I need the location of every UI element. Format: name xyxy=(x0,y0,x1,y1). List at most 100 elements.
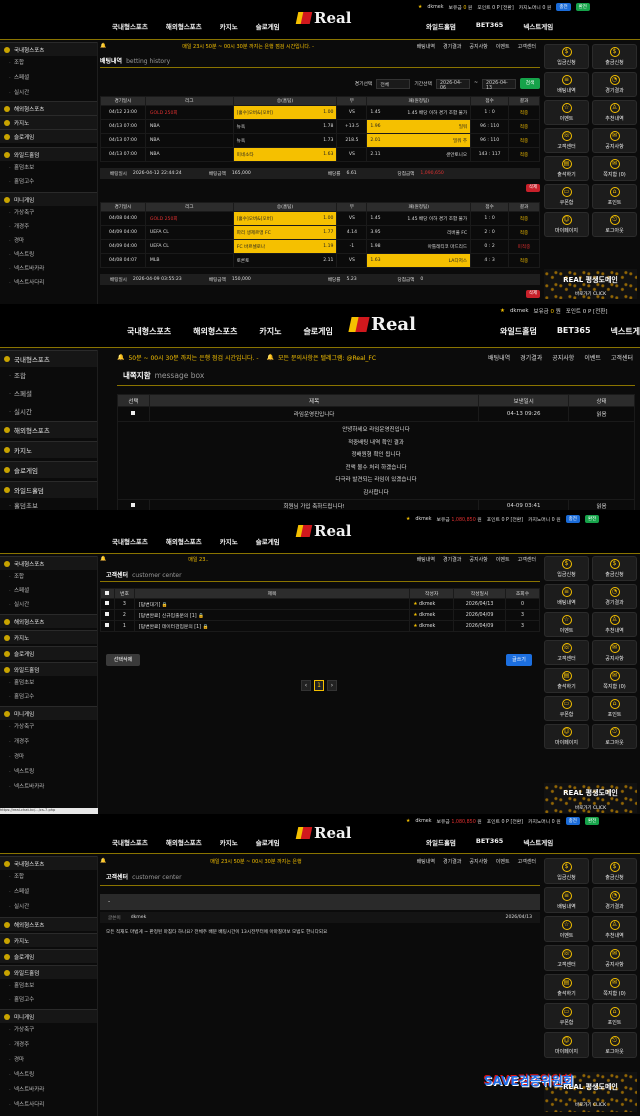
menu-bet-history[interactable]: 배팅내역 xyxy=(417,556,435,563)
quick-mypage-button[interactable]: ☺ 마이페이지 xyxy=(544,212,589,237)
prev-page-button[interactable]: ‹ xyxy=(301,680,311,691)
inquiry-title[interactable]: [답변대기] 🔒 xyxy=(133,598,411,610)
withdraw-badge[interactable]: 환전 xyxy=(584,817,600,825)
menu-notice[interactable]: 공지사항 xyxy=(552,353,574,362)
sidebar-item-combo[interactable]: 조합 xyxy=(0,367,97,385)
menu-support[interactable]: 고객센터 xyxy=(518,43,536,50)
write-button[interactable]: 글쓰기 xyxy=(506,654,532,666)
menu-notice[interactable]: 공지사항 xyxy=(469,556,487,563)
sidebar-cat-overseas[interactable]: 해외형스포츠 xyxy=(0,614,97,628)
sidebar-item-live[interactable]: 실시간 xyxy=(0,598,97,612)
row-checkbox[interactable] xyxy=(105,623,110,627)
nav-overseas-sports[interactable]: 해외형스포츠 xyxy=(166,21,202,31)
next-page-button[interactable]: › xyxy=(327,680,337,691)
quick-messages-button[interactable]: ✉ 쪽지함 (0) xyxy=(592,156,637,181)
sidebar-item-holdem-beginner[interactable]: 홀덤초보 xyxy=(0,498,97,510)
sidebar-item-special[interactable]: 스페셜 xyxy=(0,385,97,403)
point-value[interactable]: 0 P [전환] xyxy=(492,6,514,11)
message-checkbox[interactable] xyxy=(131,503,136,507)
sidebar-cat-holdem[interactable]: 와일드홀덤 xyxy=(0,481,97,498)
quick-logout-button[interactable]: ⎋ 로그아웃 xyxy=(592,724,637,749)
quick-coupon-button[interactable]: ▭ 쿠폰함 xyxy=(544,696,589,721)
quick-coupon-button[interactable]: ▭ 쿠폰함 xyxy=(544,1003,589,1029)
sidebar-item-holdem-pro[interactable]: 홀덤고수 xyxy=(0,993,97,1007)
sidebar-item-nextring[interactable]: 넥스트링 xyxy=(0,1068,97,1083)
sidebar-item-combo[interactable]: 조합 xyxy=(0,56,97,71)
site-logo[interactable]: Real xyxy=(295,9,351,27)
sidebar-cat-mini[interactable]: 미니게임 xyxy=(0,706,97,720)
quick-mypage-button[interactable]: ☺ 마이페이지 xyxy=(544,1032,589,1058)
quick-messages-button[interactable]: ✉ 쪽지함 (0) xyxy=(592,974,637,1000)
message-checkbox[interactable] xyxy=(131,411,136,415)
quick-point-button[interactable]: ⌂ 포인트 xyxy=(592,184,637,209)
site-logo[interactable]: Real xyxy=(295,824,351,842)
nav-holdem[interactable]: 와일드홀덤 xyxy=(500,326,537,337)
quick-withdraw-button[interactable]: $ 출금신청 xyxy=(592,858,637,884)
sidebar-item-horse[interactable]: 경마 xyxy=(0,234,97,248)
inquiry-row[interactable]: 3 [답변대기] 🔒 ★ dkmek 2026/04/13 0 xyxy=(100,598,540,610)
sidebar-cat-domestic[interactable]: 국내형스포츠 xyxy=(0,42,97,56)
quick-results-button[interactable]: ◔ 경기결과 xyxy=(592,584,637,609)
quick-support-button[interactable]: ☏ 고객센터 xyxy=(544,640,589,665)
menu-results[interactable]: 경기결과 xyxy=(443,43,461,50)
nav-bet365[interactable]: BET365 xyxy=(476,21,503,31)
sidebar-item-special[interactable]: 스페셜 xyxy=(0,584,97,598)
quick-referral-button[interactable]: ♙ 추천내역 xyxy=(592,612,637,637)
sidebar-item-virtual-soccer[interactable]: 가상축구 xyxy=(0,206,97,220)
sidebar-item-dog-race[interactable]: 개경주 xyxy=(0,735,97,750)
point-value[interactable]: 0 P [전환] xyxy=(501,518,523,523)
row-checkbox[interactable] xyxy=(105,612,110,616)
nav-domestic-sports[interactable]: 국내형스포츠 xyxy=(112,21,148,31)
menu-support[interactable]: 고객센터 xyxy=(518,858,536,865)
site-logo[interactable]: Real xyxy=(348,314,416,335)
nav-holdem[interactable]: 와일드홀덤 xyxy=(426,837,456,847)
quick-event-button[interactable]: ☆ 이벤트 xyxy=(544,612,589,637)
withdraw-badge[interactable]: 환전 xyxy=(575,3,590,11)
point-value[interactable]: 0 P [전환] xyxy=(583,309,608,315)
sidebar-item-special[interactable]: 스페셜 xyxy=(0,71,97,86)
nav-slot[interactable]: 슬로게임 xyxy=(303,326,332,337)
menu-bet-history[interactable]: 배팅내역 xyxy=(488,353,510,362)
quick-attendance-button[interactable]: ▤ 출석하기 xyxy=(544,156,589,181)
sidebar-cat-holdem[interactable]: 와일드홀덤 xyxy=(0,662,97,676)
quick-notice-button[interactable]: ✉ 공지사항 xyxy=(592,640,637,665)
deposit-badge[interactable]: 충전 xyxy=(556,3,571,11)
sidebar-cat-casino[interactable]: 카지노 xyxy=(0,115,97,129)
menu-support[interactable]: 고객센터 xyxy=(518,556,536,563)
delete-slip2-button[interactable]: 삭제 xyxy=(526,290,540,298)
nav-slot[interactable]: 슬로게임 xyxy=(256,837,280,847)
inquiry-title[interactable]: [답변완료] 신규입출문의 [1] 🔒 xyxy=(133,609,411,621)
nav-bet365[interactable]: BET365 xyxy=(476,837,503,847)
sidebar-item-combo[interactable]: 조합 xyxy=(0,570,97,584)
sidebar-cat-domestic[interactable]: 국내형스포츠 xyxy=(0,556,97,570)
sidebar-cat-overseas[interactable]: 해외형스포츠 xyxy=(0,917,97,931)
menu-event[interactable]: 이벤트 xyxy=(584,353,601,362)
sidebar-item-holdem-beginner[interactable]: 홀덤초보 xyxy=(0,979,97,993)
quick-messages-button[interactable]: ✉ 쪽지함 (0) xyxy=(592,668,637,693)
sidebar-item-dog-race[interactable]: 개경주 xyxy=(0,1038,97,1053)
quick-point-button[interactable]: ⌂ 포인트 xyxy=(592,696,637,721)
sidebar-cat-overseas[interactable]: 해외형스포츠 xyxy=(0,101,97,115)
game-select[interactable]: 전체 xyxy=(376,78,411,89)
nav-holdem[interactable]: 와일드홀덤 xyxy=(426,21,456,31)
select-all-checkbox[interactable] xyxy=(105,590,110,595)
menu-results[interactable]: 경기결과 xyxy=(443,556,461,563)
quick-logout-button[interactable]: ⎋ 로그아웃 xyxy=(592,212,637,237)
sidebar-item-nextring[interactable]: 넥스트링 xyxy=(0,248,97,262)
nav-nextgame[interactable]: 넥스트게임 xyxy=(523,21,553,31)
sidebar-cat-domestic[interactable]: 국내형스포츠 xyxy=(0,350,97,367)
sidebar-cat-holdem[interactable]: 와일드홀덤 xyxy=(0,965,97,979)
sidebar-item-holdem-pro[interactable]: 홀덤고수 xyxy=(0,690,97,704)
quick-referral-button[interactable]: ♙ 추천내역 xyxy=(592,916,637,942)
withdraw-badge[interactable]: 환전 xyxy=(584,515,600,523)
site-logo[interactable]: Real xyxy=(295,522,351,540)
quick-bet-history-button[interactable]: ≡ 배팅내역 xyxy=(544,72,589,97)
sidebar-cat-slot[interactable]: 슬로게임 xyxy=(0,129,97,143)
quick-bet-history-button[interactable]: ≡ 배팅내역 xyxy=(544,584,589,609)
nav-overseas-sports[interactable]: 해외형스포츠 xyxy=(166,536,202,546)
sidebar-item-nextbaccarat[interactable]: 넥스트바카라 xyxy=(0,1083,97,1098)
sidebar-item-holdem-beginner[interactable]: 홀덤초보 xyxy=(0,676,97,690)
quick-withdraw-button[interactable]: $ 출금신청 xyxy=(592,556,637,581)
nav-domestic-sports[interactable]: 국내형스포츠 xyxy=(127,326,171,337)
quick-logout-button[interactable]: ⎋ 로그아웃 xyxy=(592,1032,637,1058)
